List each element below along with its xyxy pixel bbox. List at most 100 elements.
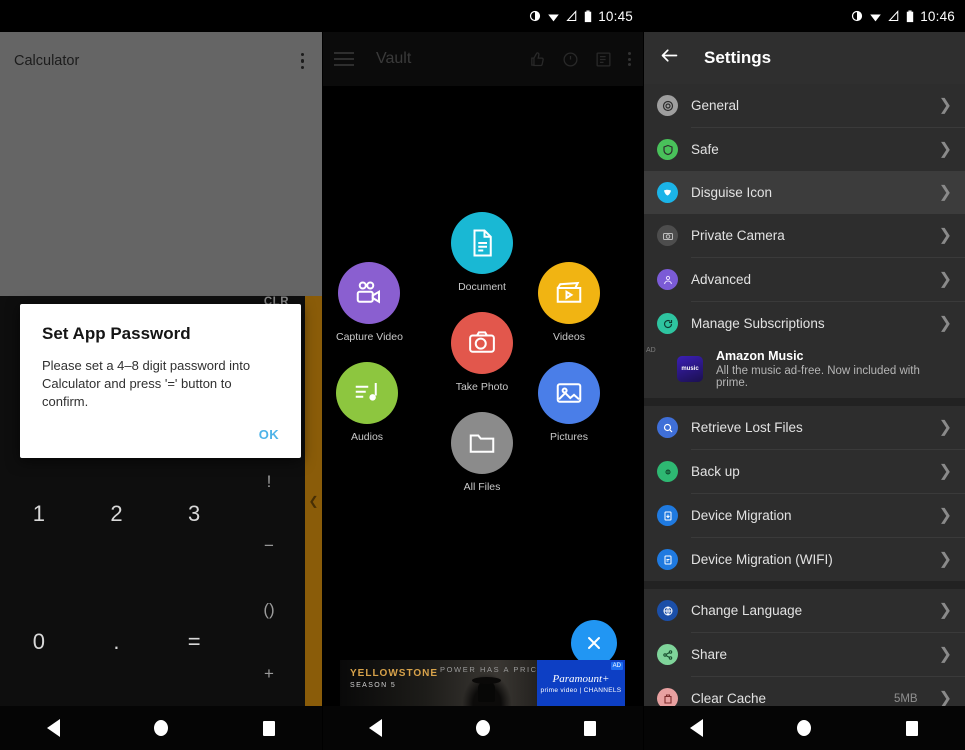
section-separator [643,398,965,406]
cache-size-value: 5MB [894,693,918,705]
settings-item-back-up[interactable]: Back up ❯ [643,450,965,493]
ad-subtitle: All the music ad-free. Now included with… [716,365,952,389]
ad-image [458,668,516,706]
back-arrow-icon[interactable] [659,45,680,71]
navigation-bar-vault [322,706,643,750]
person-gear-icon [657,269,678,290]
panel-vault: 10:45 Vault [322,0,643,750]
nav-recents-icon[interactable] [906,721,918,736]
brightness-icon [529,10,541,22]
settings-item-clear-cache[interactable]: Clear Cache 5MB ❯ [643,677,965,706]
status-bar-settings: 10:46 [643,0,965,32]
thumbs-up-icon[interactable] [529,51,546,68]
vault-body: Vault [322,32,643,750]
radial-label: All Files [464,481,501,493]
brightness-icon [851,10,863,22]
close-icon [584,633,604,653]
settings-item-label: Retrieve Lost Files [691,420,926,435]
chevron-right-icon: ❯ [939,185,952,201]
chevron-right-icon: ❯ [939,464,952,480]
nav-recents-icon[interactable] [263,721,275,736]
wifi-icon [869,10,882,23]
status-bar-vault: 10:45 [322,0,643,32]
nav-recents-icon[interactable] [584,721,596,736]
status-time: 10:46 [920,9,955,24]
nav-home-icon[interactable] [797,720,811,736]
shield-icon [657,139,678,160]
radial-item-document[interactable]: Document [451,212,513,293]
settings-item-label: Disguise Icon [691,185,926,200]
clapperboard-icon [538,262,600,324]
radial-label: Audios [351,431,383,443]
vault-ad-banner[interactable]: YELLOWSTONE SEASON 5 POWER HAS A PRICE P… [322,660,643,706]
settings-item-device-migration[interactable]: Device Migration ❯ [643,494,965,537]
mask-icon [657,182,678,203]
chevron-right-icon: ❯ [939,272,952,288]
settings-item-label: General [691,98,926,113]
dialog-title: Set App Password [42,324,279,344]
nav-back-icon[interactable] [690,719,703,737]
ok-button[interactable]: OK [259,427,279,442]
settings-list-bottom: Retrieve Lost Files ❯ Back up ❯ De [643,406,965,706]
battery-icon [584,10,592,23]
trash-icon [657,688,678,706]
radial-item-all-files[interactable]: All Files [451,412,513,493]
chevron-right-icon: ❯ [939,142,952,158]
radial-label: Pictures [550,431,588,443]
note-icon[interactable] [595,51,612,68]
menu-icon[interactable] [334,52,354,66]
settings-ad-block[interactable]: AD music Amazon Music All the music ad-f… [643,345,965,398]
radial-item-audios[interactable]: Audios [336,362,398,443]
chevron-right-icon: ❯ [939,603,952,619]
settings-item-change-language[interactable]: Change Language ❯ [643,589,965,632]
settings-item-device-migration-wifi[interactable]: Device Migration (WIFI) ❯ [643,538,965,581]
radial-item-pictures[interactable]: Pictures [538,362,600,443]
wifi-icon [547,10,560,23]
settings-item-private-camera[interactable]: Private Camera ❯ [643,214,965,257]
nav-home-icon[interactable] [154,720,168,736]
radial-item-videos[interactable]: Videos [538,262,600,343]
radial-item-capture-video[interactable]: Capture Video [336,262,403,343]
radial-label: Take Photo [456,381,509,393]
settings-item-advanced[interactable]: Advanced ❯ [643,258,965,301]
settings-item-safe[interactable]: Safe ❯ [643,128,965,171]
chevron-right-icon: ❯ [939,552,952,568]
ad-choice-icon[interactable]: AD [611,662,623,670]
status-bar-calculator [0,0,322,32]
ad-season: SEASON 5 [350,682,438,689]
settings-item-label: Manage Subscriptions [691,316,926,331]
transfer-icon [657,505,678,526]
settings-item-manage-subscriptions[interactable]: Manage Subscriptions ❯ [643,302,965,345]
radial-label: Videos [553,331,585,343]
panel-settings: 10:46 Settings General ❯ [643,0,965,750]
settings-list-top: General ❯ Safe ❯ Disguise Icon ❯ [643,84,965,345]
chevron-right-icon: ❯ [939,508,952,524]
settings-item-label: Private Camera [691,228,926,243]
settings-item-share[interactable]: Share ❯ [643,633,965,676]
nav-home-icon[interactable] [476,720,490,736]
search-icon [657,417,678,438]
chevron-right-icon: ❯ [939,647,952,663]
signal-icon [888,10,900,22]
overflow-icon[interactable] [628,52,631,66]
chevron-right-icon: ❯ [939,98,952,114]
settings-item-label: Clear Cache [691,691,881,706]
settings-item-label: Back up [691,464,926,479]
dialog-message: Please set a 4–8 digit password into Cal… [42,357,279,411]
ad-title: Amazon Music [716,349,952,363]
signal-icon [566,10,578,22]
vault-title: Vault [376,50,529,68]
radial-label: Capture Video [336,331,403,343]
settings-item-general[interactable]: General ❯ [643,84,965,127]
chevron-right-icon: ❯ [939,316,952,332]
info-icon[interactable] [562,51,579,68]
settings-item-retrieve-lost-files[interactable]: Retrieve Lost Files ❯ [643,406,965,449]
three-panel-screenshot: Calculator ❮ CLR 4 5 6 ^ × [0,0,965,750]
radial-item-take-photo[interactable]: Take Photo [451,312,513,393]
video-camera-icon [338,262,400,324]
settings-item-disguise-icon[interactable]: Disguise Icon ❯ [643,171,965,214]
nav-back-icon[interactable] [47,719,60,737]
panel-calculator: Calculator ❮ CLR 4 5 6 ^ × [0,0,322,750]
cloud-backup-icon [657,461,678,482]
nav-back-icon[interactable] [369,719,382,737]
